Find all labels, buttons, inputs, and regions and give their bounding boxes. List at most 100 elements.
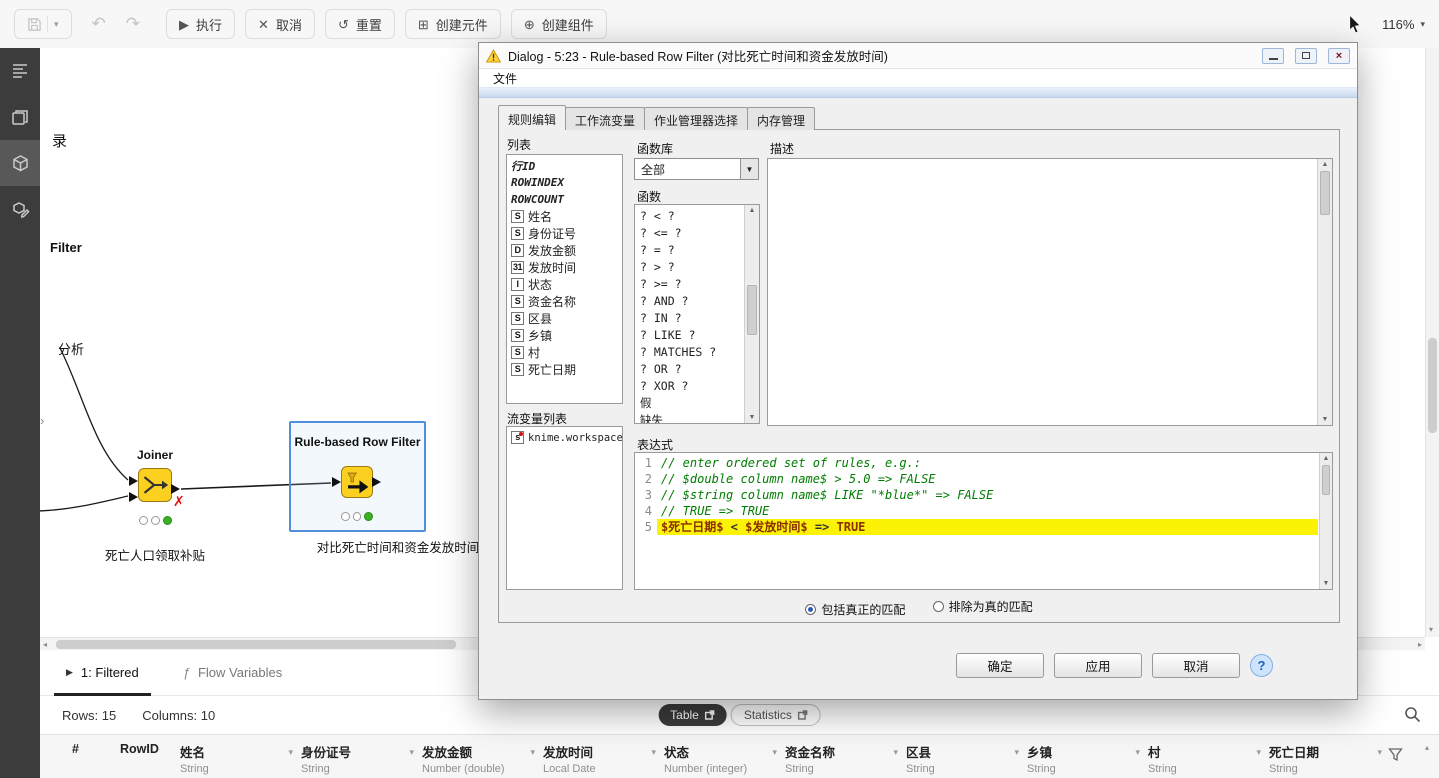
scrollbar-thumb[interactable]	[56, 640, 456, 649]
expression-line[interactable]: 3// $string column name$ LIKE "*blue*" =…	[635, 487, 1318, 503]
view-toggle-statistics[interactable]: Statistics	[731, 704, 821, 726]
function-list-item[interactable]: ? MATCHES ?	[635, 343, 744, 360]
redo-button[interactable]: ↷	[126, 14, 140, 34]
chevron-down-icon[interactable]: ▾	[1377, 747, 1382, 758]
column-list-item[interactable]: 31 发放时间	[507, 259, 622, 276]
undo-button[interactable]: ↶	[92, 14, 106, 34]
scrollbar-thumb[interactable]	[1322, 465, 1330, 495]
chevron-down-icon[interactable]: ▾	[1014, 747, 1019, 758]
expression-scrollbar[interactable]: ▲ ▼	[1319, 453, 1332, 589]
scrollbar-thumb[interactable]	[1428, 338, 1437, 433]
scroll-up-icon[interactable]: ▴	[1425, 743, 1429, 752]
column-list-item[interactable]: S 姓名	[507, 208, 622, 225]
create-metanode-button[interactable]: ⊕ 创建组件	[511, 9, 607, 39]
flow-variable-list[interactable]: s knime.workspace	[506, 426, 623, 590]
ok-button[interactable]: 确定	[956, 653, 1044, 678]
table-column-header[interactable]: # ▾	[72, 742, 120, 778]
scrollbar-thumb[interactable]	[747, 285, 757, 335]
chevron-down-icon[interactable]: ▾	[893, 747, 898, 758]
joiner-input-port-1[interactable]	[129, 476, 138, 486]
rule-based-row-filter-node[interactable]	[341, 466, 373, 498]
scroll-up-icon[interactable]: ▲	[745, 207, 759, 214]
expression-line[interactable]: 4// TRUE => TRUE	[635, 503, 1318, 519]
chevron-down-icon[interactable]: ▾	[772, 747, 777, 758]
column-list-item[interactable]: 行ID	[507, 157, 622, 174]
scroll-down-icon[interactable]: ▼	[1320, 580, 1332, 587]
workflow-editor-icon[interactable]	[0, 140, 40, 186]
sidebar-expand-handle[interactable]: ›	[40, 413, 44, 428]
expression-line[interactable]: 5$死亡日期$ < $发放时间$ => TRUE	[635, 519, 1318, 535]
zoom-control[interactable]: 116% ▾	[1382, 17, 1425, 32]
apply-button[interactable]: 应用	[1054, 653, 1142, 678]
column-list-item[interactable]: S 资金名称	[507, 293, 622, 310]
search-icon[interactable]	[1404, 706, 1421, 723]
flow-variable-item[interactable]: s knime.workspace	[507, 429, 622, 446]
radio-include-matches[interactable]: 包括真正的匹配	[805, 601, 905, 618]
table-column-header[interactable]: 状态 Number (integer) ▾	[664, 742, 785, 778]
column-list-item[interactable]: I 状态	[507, 276, 622, 293]
annotation-edit-icon[interactable]	[0, 186, 40, 232]
canvas-vertical-scrollbar[interactable]: ▾	[1425, 48, 1439, 637]
scroll-right-icon[interactable]: ▸	[1418, 641, 1422, 649]
filter-funnel-icon[interactable]	[1388, 747, 1403, 762]
column-list[interactable]: 行ID ROWINDEX ROWCOUNT S 姓名	[506, 154, 623, 404]
table-column-header[interactable]: 区县 String ▾	[906, 742, 1027, 778]
function-list-item[interactable]: ? < ?	[635, 207, 744, 224]
column-list-item[interactable]: S 身份证号	[507, 225, 622, 242]
execute-button[interactable]: ▶ 执行	[166, 9, 235, 39]
menu-file[interactable]: 文件	[493, 70, 517, 87]
column-list-item[interactable]: S 村	[507, 344, 622, 361]
chevron-down-icon[interactable]: ▾	[651, 747, 656, 758]
column-list-item[interactable]: ROWINDEX	[507, 174, 622, 191]
function-list-scrollbar[interactable]: ▲ ▼	[744, 205, 759, 423]
chevron-down-icon[interactable]: ▾	[530, 747, 535, 758]
scroll-up-icon[interactable]: ▲	[1318, 161, 1332, 168]
table-column-header[interactable]: 死亡日期 String ▾	[1269, 742, 1390, 778]
joiner-node[interactable]	[138, 468, 172, 502]
table-column-header[interactable]: 发放金额 Number (double) ▾	[422, 742, 543, 778]
function-list-item[interactable]: ? XOR ?	[635, 377, 744, 394]
chevron-down-icon[interactable]: ▾	[1135, 747, 1140, 758]
table-column-header[interactable]: 姓名 String ▾	[180, 742, 301, 778]
function-list-item[interactable]: ? > ?	[635, 258, 744, 275]
node-repository-icon[interactable]	[0, 94, 40, 140]
chevron-down-icon[interactable]: ▾	[288, 747, 293, 758]
column-list-item[interactable]: D 发放金额	[507, 242, 622, 259]
function-list-item[interactable]: ? >= ?	[635, 275, 744, 292]
function-list-item[interactable]: ? = ?	[635, 241, 744, 258]
function-list-item[interactable]: 假	[635, 394, 744, 411]
help-button[interactable]: ?	[1250, 654, 1273, 677]
scroll-up-icon[interactable]: ▲	[1320, 455, 1332, 462]
function-list-item[interactable]: ? OR ?	[635, 360, 744, 377]
description-panel-icon[interactable]	[0, 48, 40, 94]
scroll-down-icon[interactable]: ▼	[1318, 416, 1332, 423]
function-list-item[interactable]: ? AND ?	[635, 292, 744, 309]
scroll-down-icon[interactable]: ▼	[745, 414, 759, 421]
filter-input-port[interactable]	[332, 477, 341, 487]
tab-rule-editor[interactable]: 规则编辑	[498, 105, 566, 130]
function-list-item[interactable]: 缺失	[635, 411, 744, 424]
column-list-item[interactable]: ROWCOUNT	[507, 191, 622, 208]
filter-output-port[interactable]	[372, 477, 381, 487]
joiner-input-port-2[interactable]	[129, 492, 138, 502]
function-list-item[interactable]: ? <= ?	[635, 224, 744, 241]
chevron-down-icon[interactable]: ▾	[409, 747, 414, 758]
tab-filtered[interactable]: ▶ 1: Filtered	[66, 650, 139, 696]
cancel-button[interactable]: 取消	[1152, 653, 1240, 678]
description-scrollbar[interactable]: ▲ ▼	[1317, 159, 1332, 425]
column-list-item[interactable]: S 区县	[507, 310, 622, 327]
column-list-item[interactable]: S 死亡日期	[507, 361, 622, 378]
tab-flow-variables[interactable]: ƒ Flow Variables	[183, 650, 283, 696]
expression-line[interactable]: 2// $double column name$ > 5.0 => FALSE	[635, 471, 1318, 487]
table-column-header[interactable]: 乡镇 String ▾	[1027, 742, 1148, 778]
save-button[interactable]: ▾	[14, 9, 72, 39]
maximize-button[interactable]	[1295, 48, 1317, 64]
table-column-header[interactable]: 身份证号 String ▾	[301, 742, 422, 778]
table-column-header[interactable]: 资金名称 String ▾	[785, 742, 906, 778]
view-toggle-table[interactable]: Table	[658, 704, 727, 726]
column-list-item[interactable]: S 乡镇	[507, 327, 622, 344]
scrollbar-thumb[interactable]	[1320, 171, 1330, 215]
table-column-header[interactable]: RowID ▾	[120, 742, 180, 778]
chevron-down-icon[interactable]: ▾	[1256, 747, 1261, 758]
function-list[interactable]: ? < ? ? <= ? ? = ? ? > ? ? >= ? ? AND ? …	[634, 204, 760, 424]
